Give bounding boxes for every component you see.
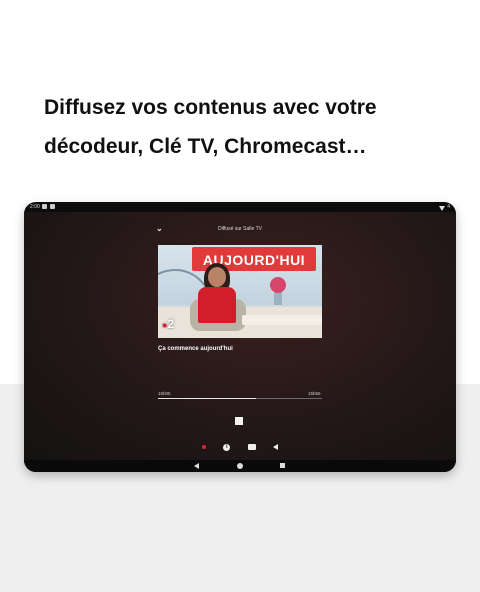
nav-recent-icon[interactable]	[280, 463, 285, 468]
stop-button[interactable]	[235, 417, 243, 425]
notification-icon	[42, 204, 47, 209]
tablet-frame: 2:00 4 ⌄ Diffusé sur Salle TV AUJOURD'HU…	[24, 202, 456, 472]
cast-title: Diffusé sur Salle TV	[217, 226, 262, 232]
battery-level: 4	[447, 204, 450, 210]
channel-logo: ●2	[162, 317, 174, 331]
notification-icon	[50, 204, 55, 209]
program-title: Ça commence aujourd'hui	[158, 346, 233, 352]
status-time: 2:00	[30, 204, 40, 210]
channel-number: 2	[167, 317, 175, 331]
presenter-body	[198, 287, 236, 323]
wifi-icon	[439, 206, 446, 211]
subtitles-icon[interactable]	[247, 444, 256, 450]
progress-bar[interactable]	[158, 398, 322, 399]
presenter-head	[208, 267, 226, 287]
android-nav-bar	[24, 460, 456, 472]
volume-icon[interactable]	[272, 444, 278, 450]
status-bar: 2:00 4	[24, 202, 456, 212]
headline: Diffusez vos contenus avec votre décodeu…	[44, 96, 377, 158]
program-thumbnail: AUJOURD'HUI ●2	[158, 245, 322, 338]
studio-table	[242, 315, 322, 325]
player-controls: i	[202, 442, 278, 452]
status-right: 4	[439, 202, 450, 212]
nav-back-icon[interactable]	[194, 463, 199, 469]
time-start: 15h05	[158, 391, 171, 396]
live-dot-icon[interactable]	[202, 445, 206, 449]
flowers	[270, 277, 286, 293]
time-end: 15h55	[308, 391, 321, 396]
progress-fill	[158, 398, 257, 399]
nav-home-icon[interactable]	[237, 463, 243, 469]
notification-icons	[42, 204, 55, 209]
cast-screen: ⌄ Diffusé sur Salle TV AUJOURD'HUI ●2 Ça…	[24, 212, 456, 460]
info-icon[interactable]: i	[223, 443, 231, 451]
